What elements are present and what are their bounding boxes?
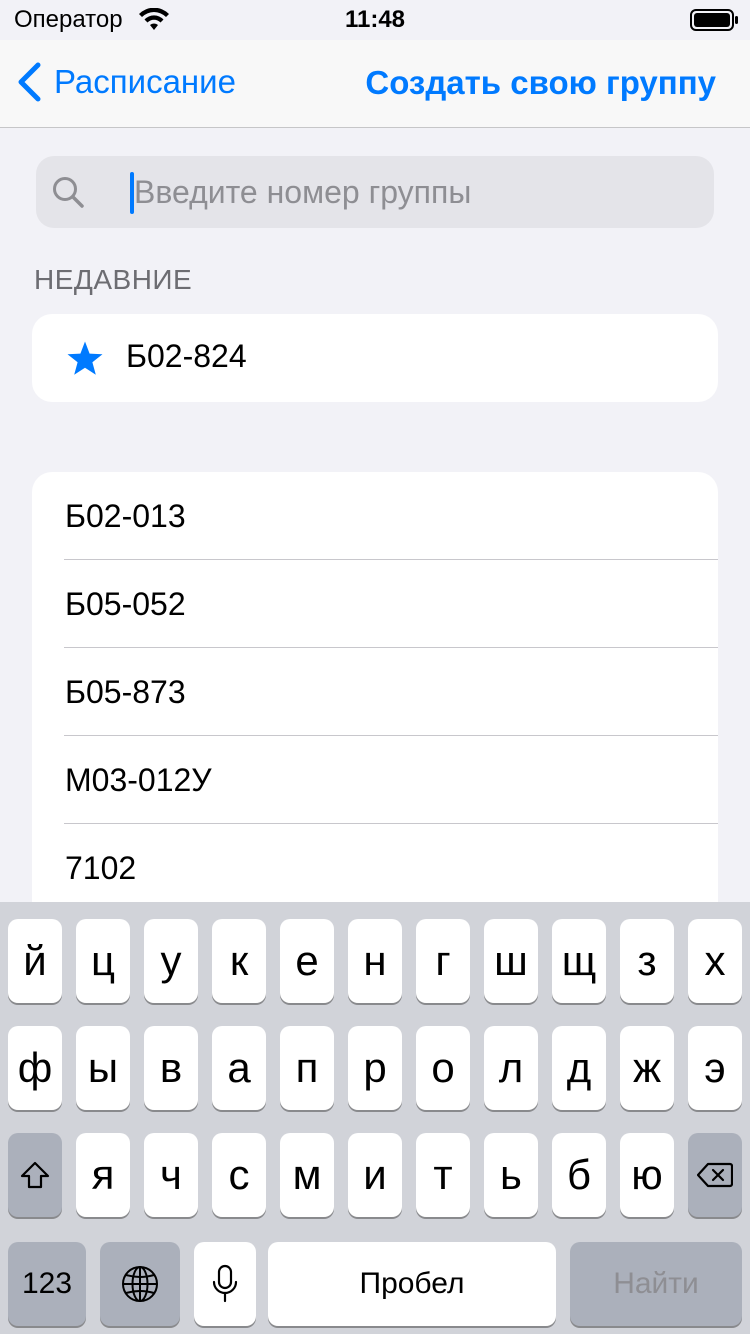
key[interactable]: у bbox=[144, 919, 198, 1003]
battery-icon bbox=[690, 9, 738, 31]
key[interactable]: ж bbox=[620, 1026, 674, 1110]
search-input[interactable] bbox=[134, 156, 694, 228]
group-row[interactable]: М03-012У bbox=[32, 736, 718, 824]
recent-section-header: НЕДАВНИЕ bbox=[34, 264, 193, 295]
microphone-key[interactable] bbox=[194, 1242, 256, 1326]
create-group-button[interactable]: Создать свою группу bbox=[365, 64, 716, 102]
key[interactable]: б bbox=[552, 1133, 606, 1217]
microphone-icon bbox=[212, 1264, 238, 1303]
key[interactable]: и bbox=[348, 1133, 402, 1217]
group-row[interactable]: 7102 bbox=[32, 824, 718, 912]
groups-list: Б02-013 Б05-052 Б05-873 М03-012У 7102 bbox=[32, 472, 718, 912]
search-field[interactable] bbox=[36, 156, 714, 228]
key[interactable]: е bbox=[280, 919, 334, 1003]
backspace-key[interactable] bbox=[688, 1133, 742, 1217]
recent-item-label: Б02-824 bbox=[126, 338, 247, 374]
shift-icon bbox=[20, 1161, 50, 1189]
key[interactable]: ш bbox=[484, 919, 538, 1003]
key[interactable]: щ bbox=[552, 919, 606, 1003]
key[interactable]: л bbox=[484, 1026, 538, 1110]
status-time: 11:48 bbox=[344, 6, 406, 33]
group-label: М03-012У bbox=[65, 762, 212, 798]
key[interactable]: с bbox=[212, 1133, 266, 1217]
key[interactable]: э bbox=[688, 1026, 742, 1110]
group-label: 7102 bbox=[65, 850, 137, 886]
key[interactable]: в bbox=[144, 1026, 198, 1110]
space-key[interactable]: Пробел bbox=[268, 1242, 556, 1326]
key[interactable]: м bbox=[280, 1133, 334, 1217]
group-label: Б05-873 bbox=[65, 674, 186, 710]
navigation-bar: Расписание Создать свою группу bbox=[0, 40, 750, 128]
key[interactable]: т bbox=[416, 1133, 470, 1217]
shift-key[interactable] bbox=[8, 1133, 62, 1217]
key[interactable]: ф bbox=[8, 1026, 62, 1110]
go-key[interactable]: Найти bbox=[570, 1242, 742, 1326]
key[interactable]: х bbox=[688, 919, 742, 1003]
status-bar: Оператор 11:48 bbox=[0, 0, 750, 40]
key[interactable]: г bbox=[416, 919, 470, 1003]
key[interactable]: д bbox=[552, 1026, 606, 1110]
backspace-icon bbox=[697, 1162, 733, 1188]
group-label: Б02-013 bbox=[65, 498, 186, 534]
key[interactable]: к bbox=[212, 919, 266, 1003]
globe-key[interactable] bbox=[100, 1242, 180, 1326]
key[interactable]: й bbox=[8, 919, 62, 1003]
search-icon bbox=[53, 177, 84, 208]
key[interactable]: ы bbox=[76, 1026, 130, 1110]
group-row[interactable]: Б05-052 bbox=[32, 560, 718, 648]
key[interactable]: н bbox=[348, 919, 402, 1003]
group-label: Б05-052 bbox=[65, 586, 186, 622]
key[interactable]: о bbox=[416, 1026, 470, 1110]
key[interactable]: а bbox=[212, 1026, 266, 1110]
key[interactable]: я bbox=[76, 1133, 130, 1217]
group-row[interactable]: Б05-873 bbox=[32, 648, 718, 736]
key[interactable]: ч bbox=[144, 1133, 198, 1217]
key[interactable]: р bbox=[348, 1026, 402, 1110]
keyboard: й ц у к е н г ш щ з х ф ы в а п р о л д … bbox=[0, 902, 750, 1334]
group-row[interactable]: Б02-013 bbox=[32, 472, 718, 560]
key[interactable]: з bbox=[620, 919, 674, 1003]
key[interactable]: ю bbox=[620, 1133, 674, 1217]
recent-list: Б02-824 bbox=[32, 314, 718, 402]
key[interactable]: ь bbox=[484, 1133, 538, 1217]
globe-icon bbox=[122, 1266, 158, 1302]
key[interactable]: ц bbox=[76, 919, 130, 1003]
key[interactable]: п bbox=[280, 1026, 334, 1110]
numbers-key[interactable]: 123 bbox=[8, 1242, 86, 1326]
back-button-label: Расписание bbox=[54, 63, 236, 100]
chevron-left-icon bbox=[18, 62, 41, 102]
back-button[interactable]: Расписание bbox=[16, 62, 236, 102]
recent-item[interactable]: Б02-824 bbox=[32, 314, 718, 402]
star-icon bbox=[67, 341, 103, 375]
